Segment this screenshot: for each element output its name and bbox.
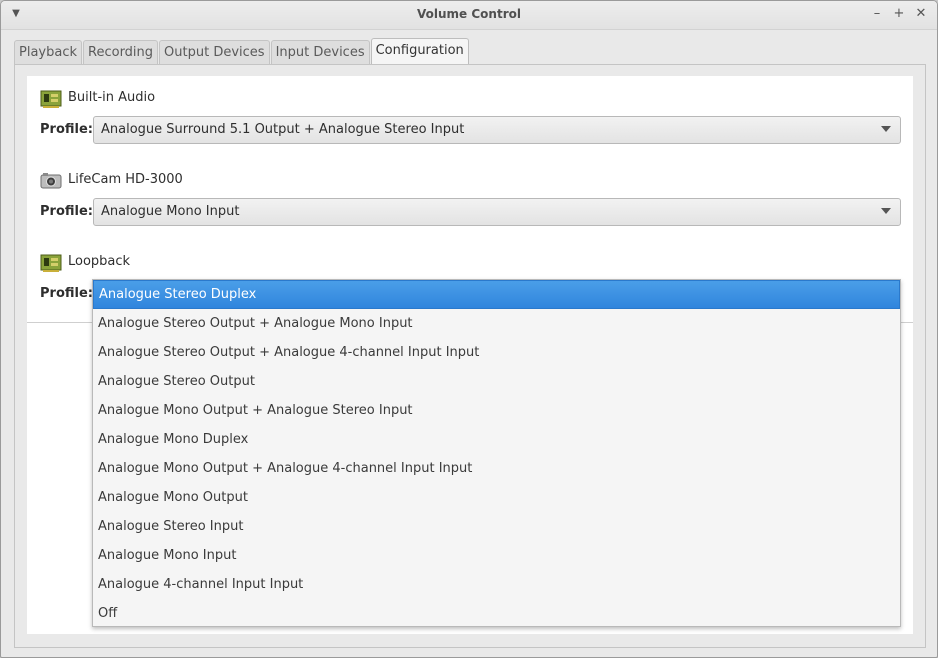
dropdown-option[interactable]: Analogue Stereo Output + Analogue 4-chan…	[93, 338, 900, 367]
dropdown-option[interactable]: Analogue Mono Duplex	[93, 425, 900, 454]
dropdown-option[interactable]: Analogue Mono Output + Analogue 4-channe…	[93, 454, 900, 483]
dropdown-option[interactable]: Analogue Stereo Input	[93, 512, 900, 541]
chevron-down-icon	[881, 208, 891, 214]
dropdown-option[interactable]: Analogue Mono Output + Analogue Stereo I…	[93, 396, 900, 425]
profile-label: Profile:	[40, 122, 93, 137]
profile-combo-lifecam[interactable]: Analogue Mono Input	[93, 198, 901, 226]
profile-dropdown-list: Analogue Stereo Duplex Analogue Stereo O…	[92, 279, 901, 627]
dropdown-option[interactable]: Analogue 4-channel Input Input	[93, 570, 900, 599]
tab-playback[interactable]: Playback	[14, 40, 83, 65]
minimize-icon[interactable]: –	[871, 5, 883, 23]
dropdown-option[interactable]: Analogue Stereo Output + Analogue Mono I…	[93, 309, 900, 338]
dropdown-option[interactable]: Analogue Mono Output	[93, 483, 900, 512]
profile-label: Profile:	[40, 204, 93, 219]
tab-recording[interactable]: Recording	[83, 40, 159, 65]
dropdown-option[interactable]: Analogue Stereo Output	[93, 367, 900, 396]
card-name: LifeCam HD-3000	[68, 172, 183, 187]
close-icon[interactable]: ✕	[915, 5, 927, 23]
card-name: Built-in Audio	[68, 90, 156, 105]
chevron-down-icon	[881, 126, 891, 132]
window-title: Volume Control	[417, 7, 521, 21]
card-lifecam: LifeCam HD-3000 Profile: Analogue Mono I…	[27, 158, 913, 241]
profile-value: Analogue Mono Input	[101, 204, 240, 219]
camera-icon	[40, 173, 62, 189]
card-built-in-audio: Built-in Audio Profile: Analogue Surroun…	[27, 76, 913, 159]
card-name: Loopback	[68, 254, 131, 269]
dropdown-option[interactable]: Off	[93, 599, 900, 628]
profile-label: Profile:	[40, 286, 93, 301]
dropdown-option-selected[interactable]: Analogue Stereo Duplex	[93, 280, 900, 309]
tab-output-devices[interactable]: Output Devices	[159, 40, 270, 65]
profile-combo-built-in-audio[interactable]: Analogue Surround 5.1 Output + Analogue …	[93, 116, 901, 144]
tab-configuration[interactable]: Configuration	[370, 38, 469, 65]
tab-input-devices[interactable]: Input Devices	[270, 40, 370, 65]
dropdown-option[interactable]: Analogue Mono Input	[93, 541, 900, 570]
profile-value: Analogue Surround 5.1 Output + Analogue …	[101, 122, 465, 137]
sound-card-icon	[40, 90, 62, 108]
sound-card-icon	[40, 254, 62, 272]
title-bar: ▼ Volume Control – + ✕	[1, 1, 937, 30]
volume-control-window: ▼ Volume Control – + ✕ Playback Recordin…	[0, 0, 938, 658]
maximize-icon[interactable]: +	[893, 5, 905, 23]
tab-bar: Playback Recording Output Devices Input …	[14, 38, 470, 65]
